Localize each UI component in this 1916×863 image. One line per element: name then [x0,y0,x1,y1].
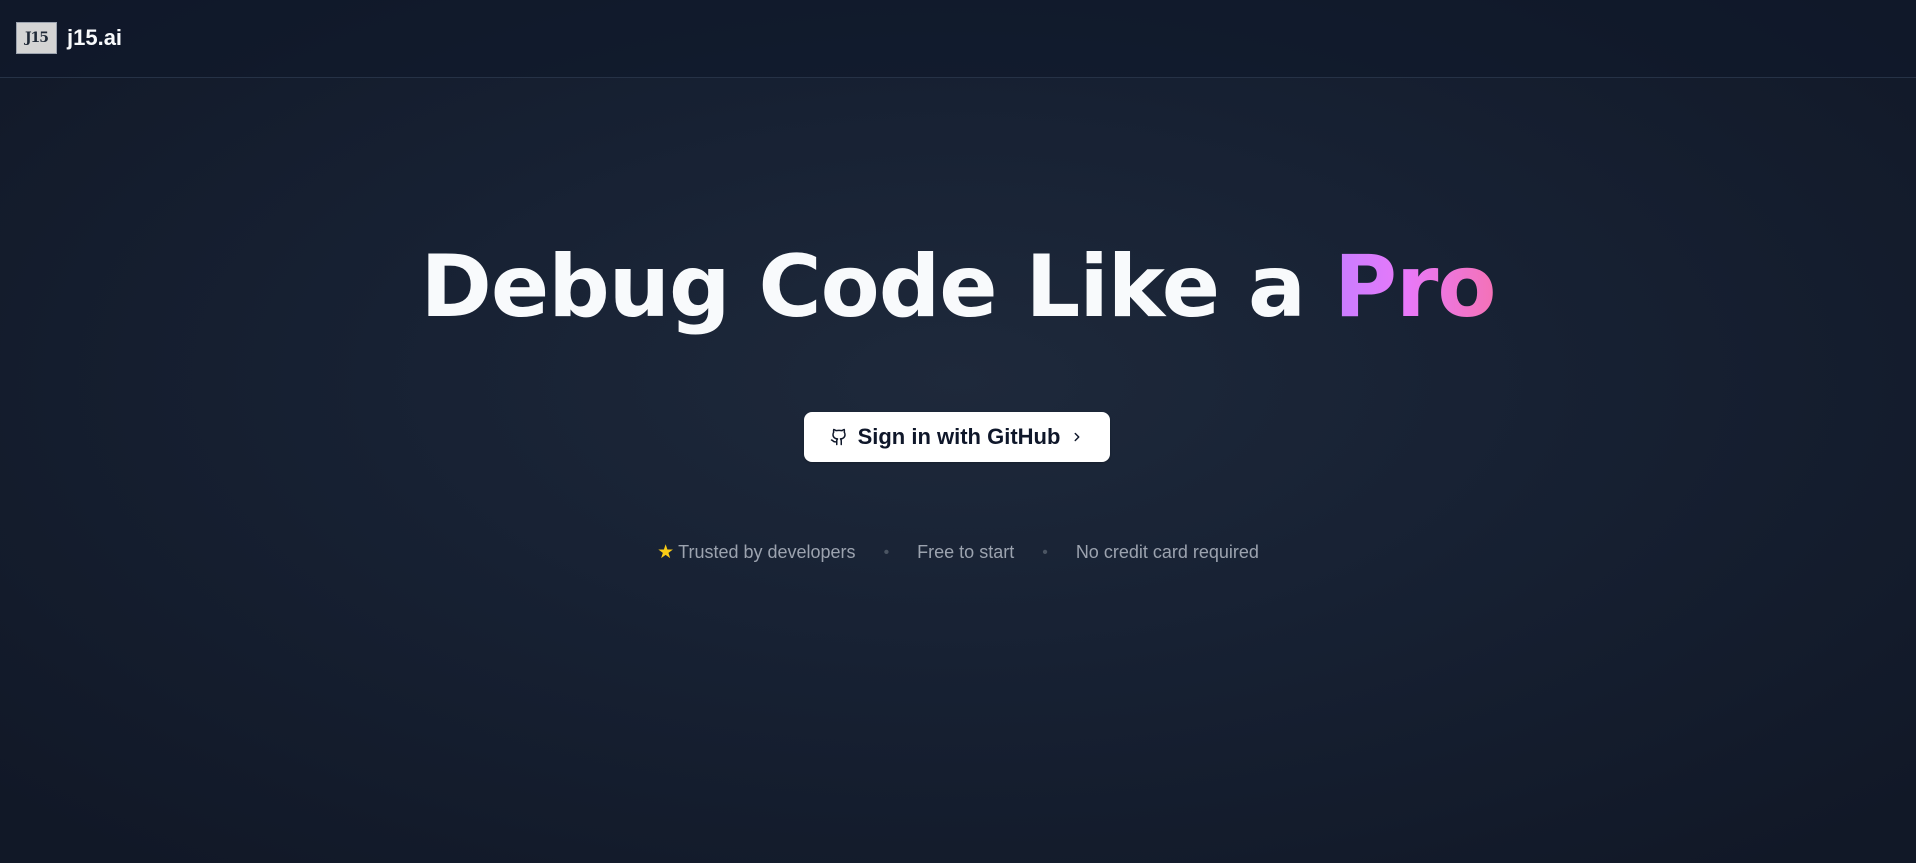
github-icon [830,427,848,447]
trust-badges: ★ Trusted by developers • Free to start … [0,542,1916,563]
brand-name: j15.ai [67,25,123,50]
hero-title-main: Debug Code Like a [420,237,1306,337]
separator-dot: • [1042,543,1048,561]
trust-item-trusted: ★ Trusted by developers [657,542,855,563]
trust-label-free: Free to start [917,542,1015,562]
logo-icon: J15 [16,22,57,54]
sign-in-github-button[interactable]: Sign in with GitHub [804,412,1110,462]
separator-dot: • [883,543,890,561]
chevron-right-icon [1070,430,1084,444]
hero-title: Debug Code Like a Pro [0,232,1916,342]
top-navbar: J15 j15.ai [0,0,1916,78]
star-icon: ★ [657,542,675,563]
hero-title-highlight: Pro [1333,237,1497,337]
sign-in-button-label: Sign in with GitHub [857,424,1061,449]
trust-label-trusted: Trusted by developers [678,542,856,562]
trust-item-free: Free to start [917,542,1014,563]
trust-item-no-card: No credit card required [1076,542,1259,563]
brand-link[interactable]: J15 j15.ai [16,22,122,54]
trust-label-no-card: No credit card required [1075,542,1259,562]
